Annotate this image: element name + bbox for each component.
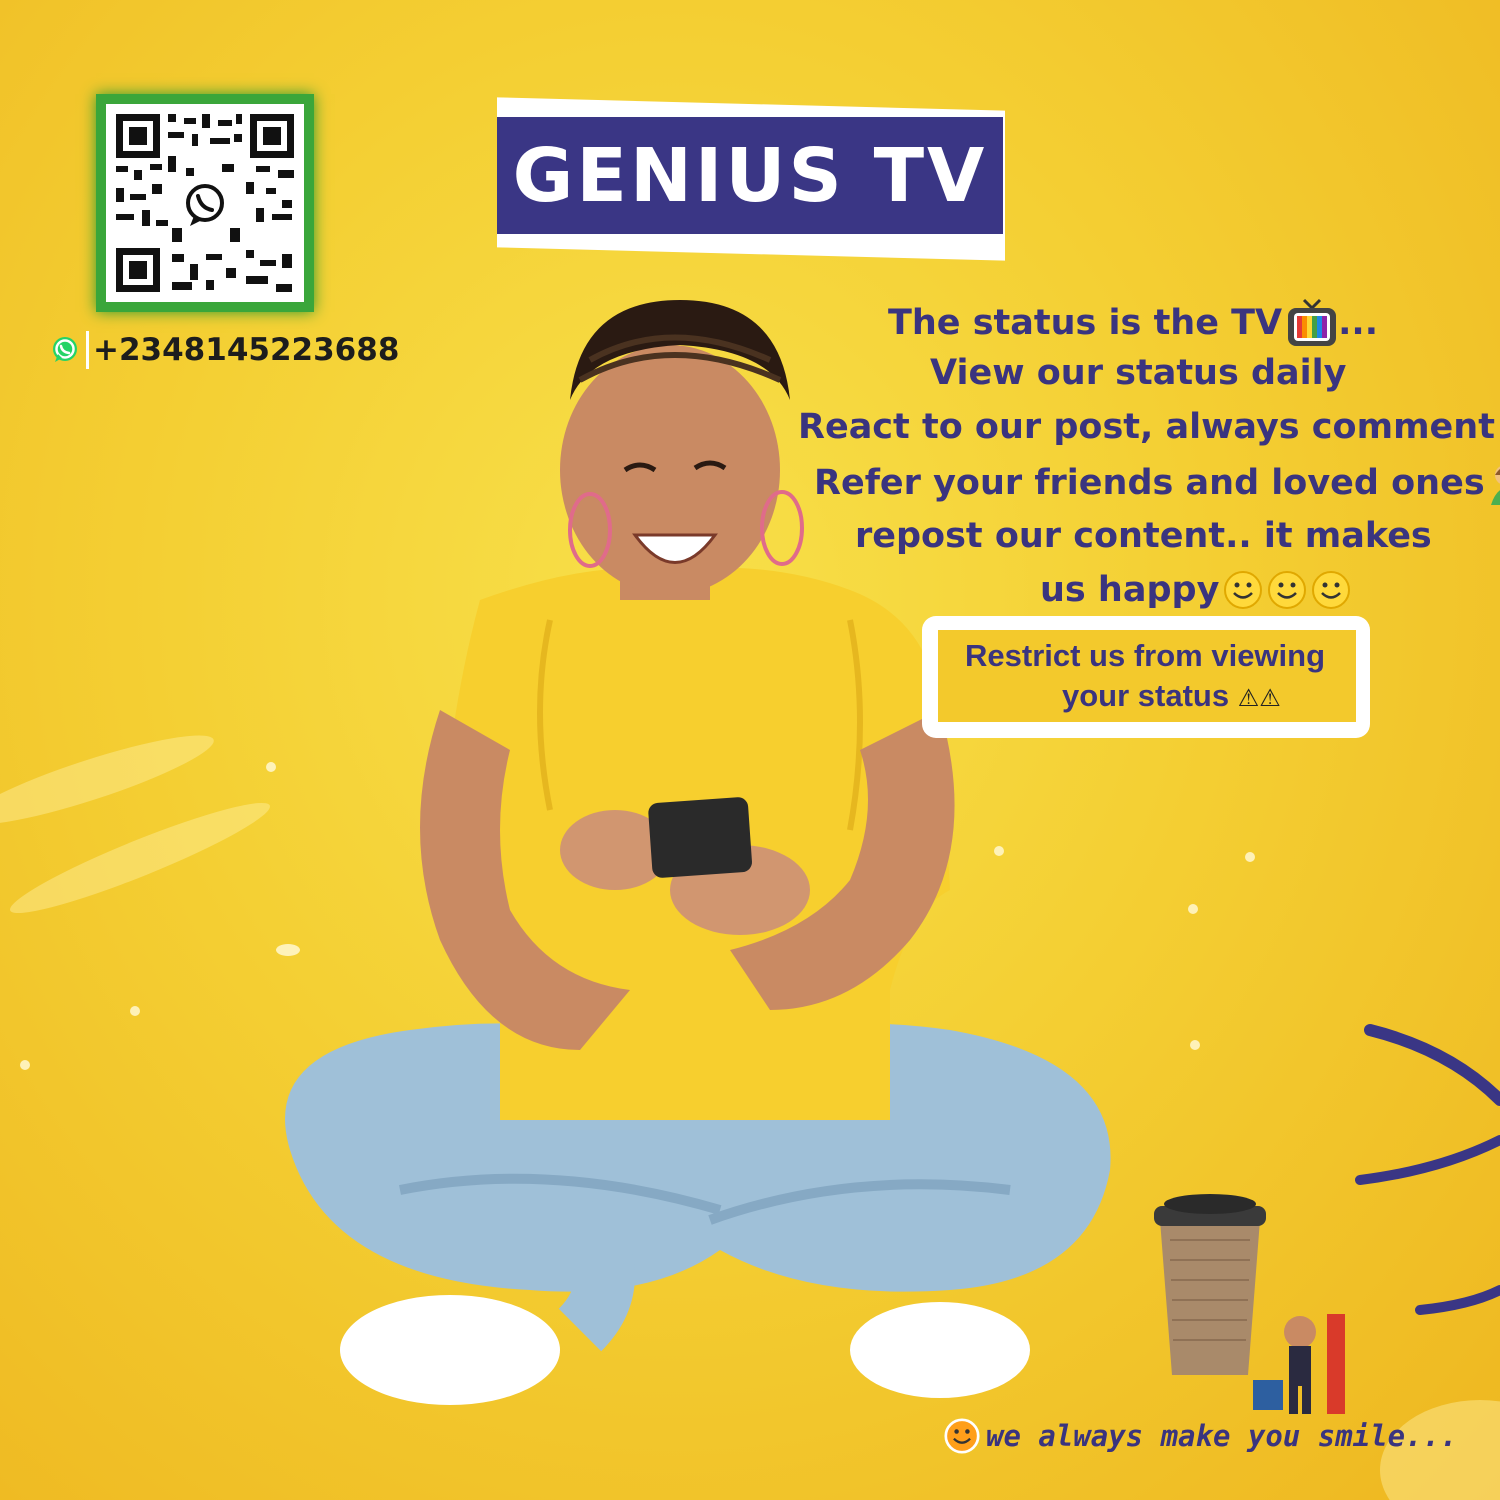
tv-icon — [1288, 298, 1337, 346]
status-line-1: The status is the TV ... — [888, 298, 1378, 348]
restrict-line-1: Restrict us from viewing — [965, 638, 1326, 673]
bg-dot — [20, 1060, 30, 1070]
smiley-icon — [1312, 571, 1351, 609]
brand-mark-greatness — [1253, 1314, 1345, 1414]
tagline: we always make you smile... — [944, 1418, 1457, 1454]
smiley-icon — [944, 1418, 980, 1454]
status-line-6: us happy — [1040, 570, 1351, 610]
poster: +2348145223688 GENIUS TV The status is t… — [0, 0, 1500, 1500]
warning-icon: ⚠⚠ — [1237, 684, 1281, 712]
tagline-text: we always make you smile... — [986, 1419, 1458, 1453]
status-line-4: Refer your friends and loved ones — [814, 461, 1500, 505]
phone-separator — [86, 331, 89, 369]
whatsapp-icon — [53, 337, 77, 362]
title-text: GENIUS TV — [512, 132, 988, 219]
title-banner: GENIUS TV — [497, 117, 1003, 234]
restrict-line-2: your status ⚠⚠ — [1062, 678, 1281, 713]
smiley-icon — [1268, 571, 1307, 609]
qr-pattern — [116, 114, 294, 292]
bg-dot — [1190, 1040, 1200, 1050]
bg-dot — [1188, 904, 1198, 914]
status-line-3: React to our post, always comment — [798, 407, 1500, 447]
hug-icon — [1490, 466, 1500, 505]
decor-strokes — [1355, 1024, 1500, 1315]
restrict-notice: Restrict us from viewing your status ⚠⚠ — [922, 616, 1370, 738]
status-line-5: repost our content.. it makes — [855, 516, 1432, 556]
smiley-icon — [1224, 571, 1263, 609]
bg-dot — [1245, 852, 1255, 862]
bg-dot — [130, 1006, 140, 1016]
status-line-2: View our status daily — [930, 353, 1347, 393]
qr-code[interactable] — [96, 94, 314, 312]
